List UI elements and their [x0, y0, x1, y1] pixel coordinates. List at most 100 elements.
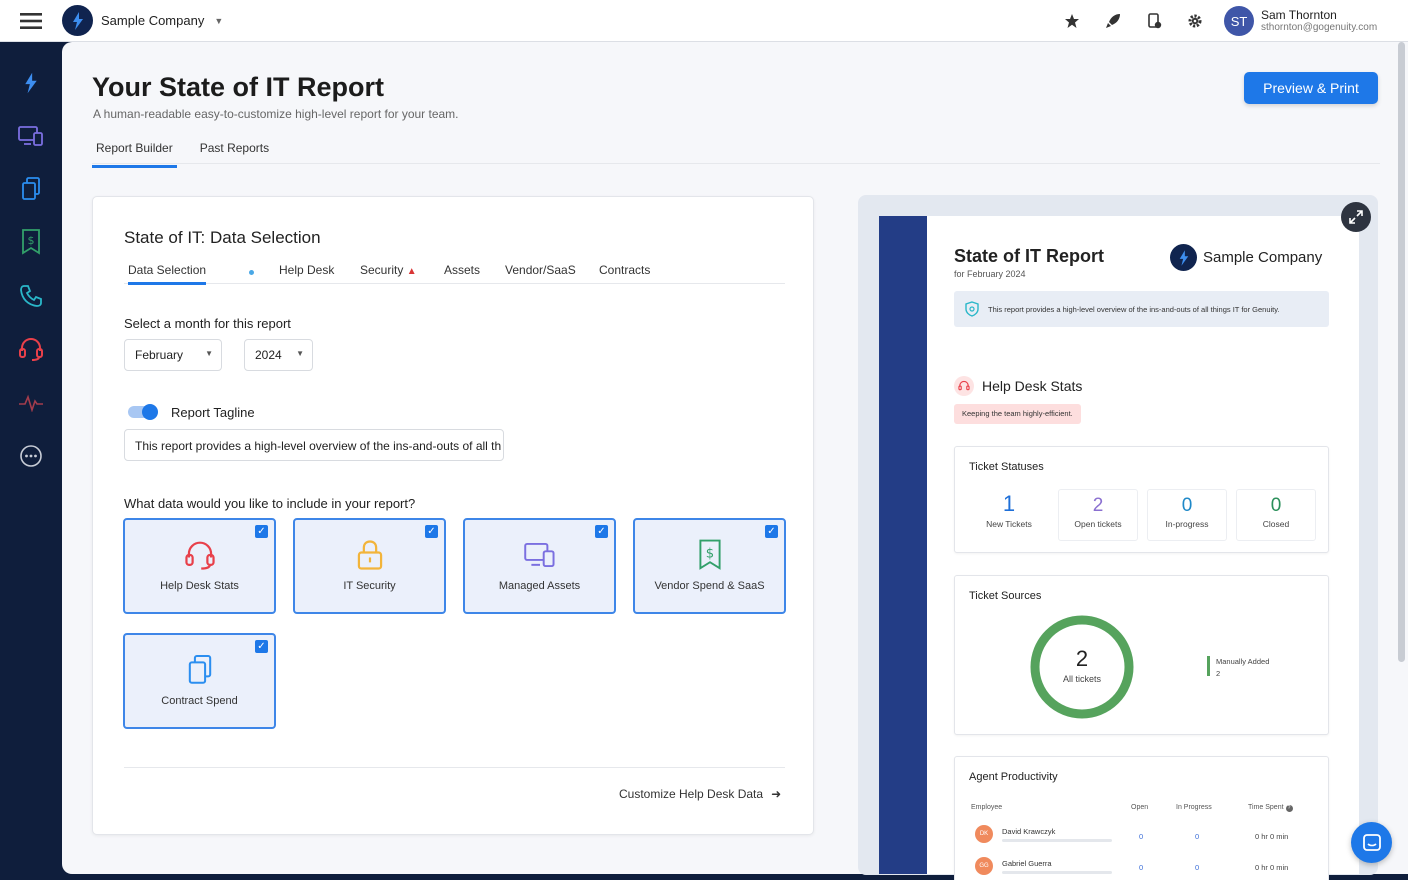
report-title: State of IT Report [954, 246, 1105, 266]
chat-icon [1362, 833, 1381, 851]
tile-contract-spend[interactable]: ✓ Contract Spend [123, 633, 276, 729]
tile-managed-assets[interactable]: ✓ Managed Assets [463, 518, 616, 614]
stat-label: Open tickets [1074, 519, 1122, 529]
home-logo-icon[interactable] [17, 69, 45, 97]
devices-icon[interactable] [17, 122, 45, 150]
headset-icon [183, 538, 217, 572]
column-header: In Progress [1176, 804, 1212, 811]
company-name: Sample Company [101, 13, 205, 28]
devices-icon [523, 538, 557, 572]
subtab-data-selection[interactable]: Data Selection [128, 263, 207, 285]
scrollbar[interactable] [1398, 42, 1405, 662]
employee-name: David Krawczyk [1002, 827, 1056, 836]
ticket-sources-card: Ticket Sources 2 All tickets Manually Ad… [954, 575, 1329, 735]
ticket-sources-title: Ticket Sources [969, 590, 1042, 602]
open-count: 0 [1139, 863, 1144, 872]
donut-total: 2 [1075, 646, 1089, 671]
chat-button[interactable] [1351, 822, 1392, 863]
legend-value: 2 [1216, 669, 1221, 678]
subtab-security[interactable]: Security ▲ [360, 263, 417, 277]
column-header-label: Time Spent [1248, 804, 1284, 811]
chevron-down-icon: ▼ [296, 349, 304, 358]
subtab-assets[interactable]: Assets [444, 263, 480, 277]
expand-preview-button[interactable] [1341, 202, 1371, 232]
user-name: Sam Thornton [1261, 8, 1337, 22]
tile-label: IT Security [343, 580, 396, 592]
avatar: GG [975, 857, 993, 875]
documents-icon [183, 653, 217, 687]
data-subtabs: Data Selection Help Desk Security ▲ Asse… [124, 261, 785, 285]
top-bar: Sample Company ▼ ST Sam Thornton sthornt… [0, 0, 1408, 42]
in-progress-count: 0 [1195, 832, 1200, 841]
contracts-icon[interactable] [17, 175, 45, 203]
checkbox-checked[interactable]: ✓ [425, 525, 438, 538]
phone-icon[interactable] [17, 282, 45, 310]
tile-it-security[interactable]: ✓ IT Security [293, 518, 446, 614]
user-email: sthornton@gogenuity.com [1261, 22, 1378, 33]
rocket-icon[interactable] [1103, 11, 1122, 30]
month-label: Select a month for this report [124, 316, 291, 331]
open-count: 0 [1139, 832, 1144, 841]
headset-icon [954, 376, 974, 396]
chevron-down-icon: ▼ [214, 15, 224, 26]
helpdesk-pill: Keeping the team highly-efficient. [954, 404, 1081, 424]
shield-icon [965, 301, 979, 317]
tile-vendor-spend[interactable]: ✓ $ Vendor Spend & SaaS [633, 518, 786, 614]
warning-icon: ▲ [406, 266, 417, 277]
report-side-band [879, 216, 927, 874]
subtab-contracts[interactable]: Contracts [599, 263, 650, 277]
company-switcher[interactable]: Sample Company ▼ [62, 5, 223, 36]
stat-open-tickets: 2 Open tickets [1058, 489, 1138, 541]
favorites-icon[interactable] [1062, 11, 1081, 30]
column-header: Open [1131, 804, 1149, 811]
preview-print-button[interactable]: Preview & Print [1244, 72, 1378, 104]
headset-icon[interactable] [17, 335, 45, 363]
agent-productivity-title: Agent Productivity [969, 771, 1058, 783]
tile-label: Vendor Spend & SaaS [654, 580, 765, 592]
tagline-toggle[interactable] [128, 404, 158, 420]
report-tagline: This report provides a high-level overvi… [954, 291, 1329, 327]
ticket-statuses-title: Ticket Statuses [969, 461, 1044, 473]
stat-closed: 0 Closed [1236, 489, 1316, 541]
lock-icon [353, 538, 387, 572]
svg-text:$: $ [28, 234, 35, 247]
tagline-input[interactable]: This report provides a high-level overvi… [124, 429, 504, 461]
divider [124, 767, 785, 768]
device-alert-icon[interactable] [1144, 11, 1163, 30]
gear-icon[interactable] [1185, 11, 1204, 30]
card-title: State of IT: Data Selection [124, 228, 321, 247]
avatar: ST [1224, 6, 1254, 36]
time-spent: 0 hr 0 min [1255, 832, 1289, 841]
stat-value: 2 [1092, 495, 1104, 516]
checkbox-checked[interactable]: ✓ [255, 525, 268, 538]
agent-productivity-card: Agent Productivity Employee Open In Prog… [954, 756, 1329, 880]
checkbox-checked[interactable]: ✓ [595, 525, 608, 538]
avatar: DK [975, 825, 993, 843]
company-logo-icon [62, 5, 93, 36]
divider [92, 163, 1380, 164]
help-icon[interactable]: ? [1285, 805, 1293, 812]
year-select[interactable]: 2024 ▼ [244, 339, 313, 371]
stat-label: Closed [1262, 519, 1290, 529]
progress-bar [1002, 871, 1112, 874]
progress-bar [1002, 839, 1112, 842]
user-menu[interactable]: ST Sam Thornton sthornton@gogenuity.com [1224, 6, 1377, 36]
donut-total-label: All tickets [1062, 674, 1101, 684]
more-icon[interactable] [17, 442, 45, 470]
activity-icon[interactable] [17, 389, 45, 417]
employee-name: Gabriel Guerra [1002, 859, 1052, 868]
stat-in-progress: 0 In-progress [1147, 489, 1227, 541]
chevron-down-icon: ▼ [205, 349, 213, 358]
subtab-help-desk[interactable]: Help Desk [279, 263, 334, 277]
subtab-vendor-saas[interactable]: Vendor/SaaS [505, 263, 576, 277]
tile-help-desk-stats[interactable]: ✓ Help Desk Stats [123, 518, 276, 614]
customize-help-desk-link[interactable]: Customize Help Desk Data ➜ [619, 787, 781, 801]
report-company: Sample Company [1170, 244, 1322, 271]
column-header: Employee [971, 804, 1003, 811]
vendor-receipt-icon[interactable]: $ [17, 228, 45, 256]
checkbox-checked[interactable]: ✓ [255, 640, 268, 653]
checkbox-checked[interactable]: ✓ [765, 525, 778, 538]
month-select[interactable]: February ▼ [124, 339, 222, 371]
menu-icon[interactable] [0, 0, 62, 42]
ticket-statuses-card: Ticket Statuses 1 New Tickets 2 Open tic… [954, 446, 1329, 553]
